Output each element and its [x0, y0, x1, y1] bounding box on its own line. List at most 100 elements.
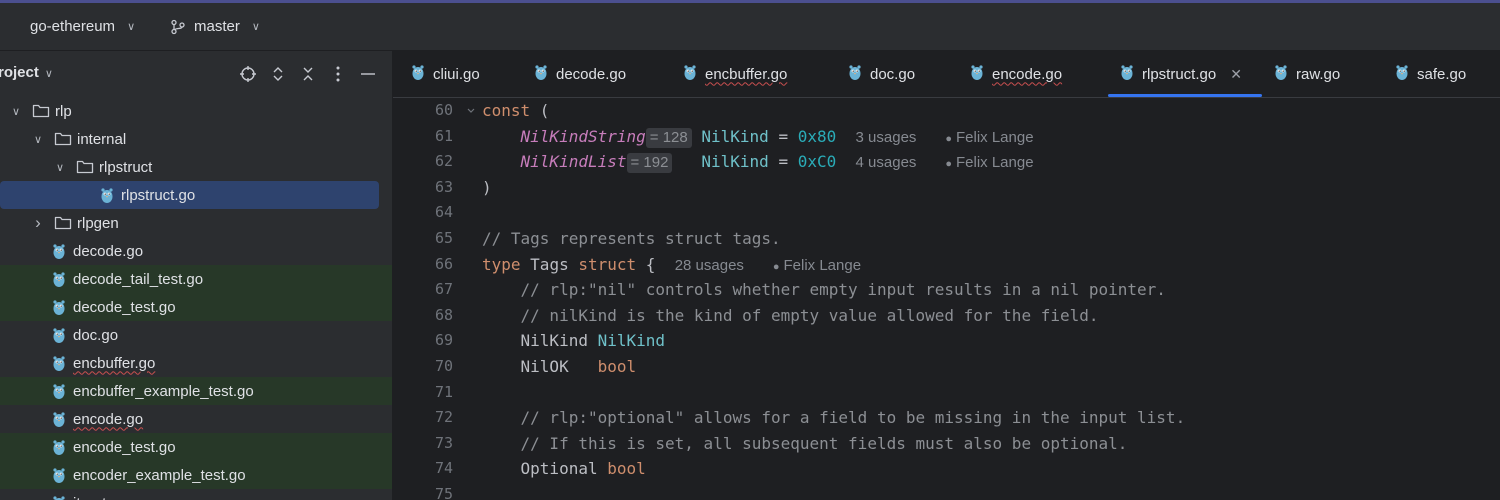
tab-safe[interactable]: safe.go — [1395, 51, 1466, 97]
go-file-icon — [1395, 64, 1409, 85]
tree-folder[interactable]: ∨ internal — [0, 125, 392, 153]
go-file-icon — [50, 466, 68, 484]
tab-label: raw.go — [1296, 65, 1341, 83]
project-tree: ∨ rlp ∨ internal ∨ rlpstruct rlpstruct.go › rlpg… — [0, 97, 392, 500]
tree-file[interactable]: rlpstruct.go — [0, 181, 379, 209]
tree-file[interactable]: decode_test.go — [0, 293, 392, 321]
author-hint[interactable]: ● Felix Lange — [773, 257, 861, 274]
tab-decode[interactable]: decode.go — [534, 51, 626, 97]
code-line-62: NilKindList = 192 NilKind = 0xC0 4 usages… — [482, 149, 1492, 175]
editor-tabs: cliui.go decode.go encbuffer.go doc.go encod… — [393, 51, 1500, 98]
tree-item-label: iterator.go — [73, 495, 140, 500]
branch-selector[interactable]: master ∨ — [170, 3, 260, 50]
expand-collapse-icon[interactable] — [266, 62, 290, 86]
line-number: 68 — [434, 305, 453, 324]
code-content: const ( NilKindString = 128 NilKind = 0x8… — [482, 98, 1492, 500]
tree-file[interactable]: encbuffer_example_test.go — [0, 377, 392, 405]
author-hint[interactable]: ● Felix Lange — [945, 129, 1033, 146]
chevron-down-icon[interactable]: ∨ — [9, 105, 23, 118]
usages-hint[interactable]: 4 usages — [856, 154, 917, 171]
chevron-down-icon: ∨ — [251, 21, 260, 33]
folder-icon — [54, 130, 72, 148]
tab-cliui[interactable]: cliui.go — [411, 51, 480, 97]
author-hint[interactable]: ● Felix Lange — [945, 154, 1033, 171]
collapse-all-icon[interactable] — [296, 62, 320, 86]
tree-file[interactable]: encode.go — [0, 405, 392, 433]
close-icon[interactable]: ✕ — [1230, 66, 1242, 83]
tree-item-label: encoder_example_test.go — [73, 466, 246, 484]
inlay-hint: = 192 — [626, 153, 673, 174]
go-file-icon — [50, 270, 68, 288]
chevron-down-icon: ∨ — [44, 68, 53, 80]
tree-item-label: encode_test.go — [73, 438, 176, 456]
chevron-down-icon[interactable]: ∨ — [31, 133, 45, 146]
tree-item-label: decode_test.go — [73, 298, 176, 316]
tree-item-label: encbuffer_example_test.go — [73, 382, 254, 400]
tree-file[interactable]: decode.go — [0, 237, 392, 265]
project-panel-title[interactable]: roject ∨ — [0, 64, 53, 81]
chevron-down-icon: ∨ — [127, 21, 136, 33]
code-line-63: ) — [482, 177, 492, 197]
tab-label: encbuffer.go — [705, 65, 788, 83]
usages-hint[interactable]: 3 usages — [856, 129, 917, 146]
tab-rlpstruct[interactable]: rlpstruct.go ✕ — [1108, 51, 1262, 97]
go-file-icon — [50, 354, 68, 372]
tab-doc[interactable]: doc.go — [848, 51, 915, 97]
line-number: 74 — [434, 459, 453, 478]
tree-file[interactable]: iterator.go — [0, 489, 392, 500]
go-file-icon — [50, 326, 68, 344]
tree-item-label: encode.go — [73, 410, 144, 428]
tab-label: encode.go — [992, 65, 1063, 83]
chevron-right-icon[interactable]: › — [31, 213, 45, 233]
go-file-icon — [50, 242, 68, 260]
line-number: 66 — [434, 254, 453, 273]
inlay-hint: = 128 — [645, 127, 692, 148]
folder-icon — [76, 158, 94, 176]
chevron-down-icon[interactable]: ∨ — [53, 161, 67, 174]
git-branch-icon — [171, 19, 185, 34]
line-number-gutter: 60 61 62 63 64 65 66 67 68 69 70 71 72 73 74 75 — [393, 98, 453, 500]
tab-encbuffer[interactable]: encbuffer.go — [683, 51, 787, 97]
tab-label: rlpstruct.go — [1142, 65, 1217, 83]
fold-icon[interactable] — [466, 106, 476, 116]
tree-file[interactable]: decode_tail_test.go — [0, 265, 392, 293]
code-line-68: // nilKind is the kind of empty value al… — [520, 305, 1099, 325]
tree-folder[interactable]: › rlpgen — [0, 209, 392, 237]
title-bar: go-ethereum ∨ master ∨ — [0, 3, 1500, 51]
code-editor[interactable]: 60 61 62 63 64 65 66 67 68 69 70 71 72 73 74 75 const (… — [393, 98, 1500, 500]
go-file-icon — [50, 494, 68, 500]
locate-icon[interactable] — [236, 62, 260, 86]
tree-file[interactable]: encbuffer.go — [0, 349, 392, 377]
go-file-icon — [683, 64, 697, 85]
branch-name: master — [194, 18, 240, 35]
code-line-65: // Tags represents struct tags. — [482, 228, 781, 248]
tree-file[interactable]: encode_test.go — [0, 433, 392, 461]
minimize-icon[interactable] — [356, 62, 380, 86]
code-line-67: // rlp:"nil" controls whether empty inpu… — [520, 280, 1166, 300]
tree-file[interactable]: encoder_example_test.go — [0, 461, 392, 489]
line-number: 73 — [434, 433, 453, 452]
tree-folder[interactable]: ∨ rlpstruct — [0, 153, 392, 181]
more-icon[interactable] — [326, 62, 350, 86]
tab-raw[interactable]: raw.go — [1274, 51, 1340, 97]
go-file-icon — [1274, 64, 1288, 85]
line-number: 69 — [434, 331, 453, 350]
project-panel-header: roject ∨ — [0, 51, 392, 97]
go-file-icon — [970, 64, 984, 85]
tree-item-label: rlpgen — [77, 214, 119, 232]
project-panel: roject ∨ ∨ rlp ∨ internal ∨ rlpstruct rlpstruct… — [0, 51, 393, 500]
code-line-61: NilKindString = 128 NilKind = 0x80 3 usag… — [482, 124, 1492, 150]
go-file-icon — [50, 382, 68, 400]
usages-hint[interactable]: 28 usages — [675, 257, 744, 274]
tab-label: doc.go — [870, 65, 916, 83]
tree-folder[interactable]: ∨ rlp — [0, 97, 392, 125]
project-selector[interactable]: go-ethereum ∨ — [30, 3, 135, 50]
tab-encode[interactable]: encode.go — [970, 51, 1062, 97]
code-line-66: type Tags struct { 28 usages ● Felix Lang… — [482, 252, 1492, 278]
tree-item-label: encbuffer.go — [73, 354, 156, 372]
code-line-73: // If this is set, all subsequent fields… — [520, 433, 1128, 453]
tree-file[interactable]: doc.go — [0, 321, 392, 349]
